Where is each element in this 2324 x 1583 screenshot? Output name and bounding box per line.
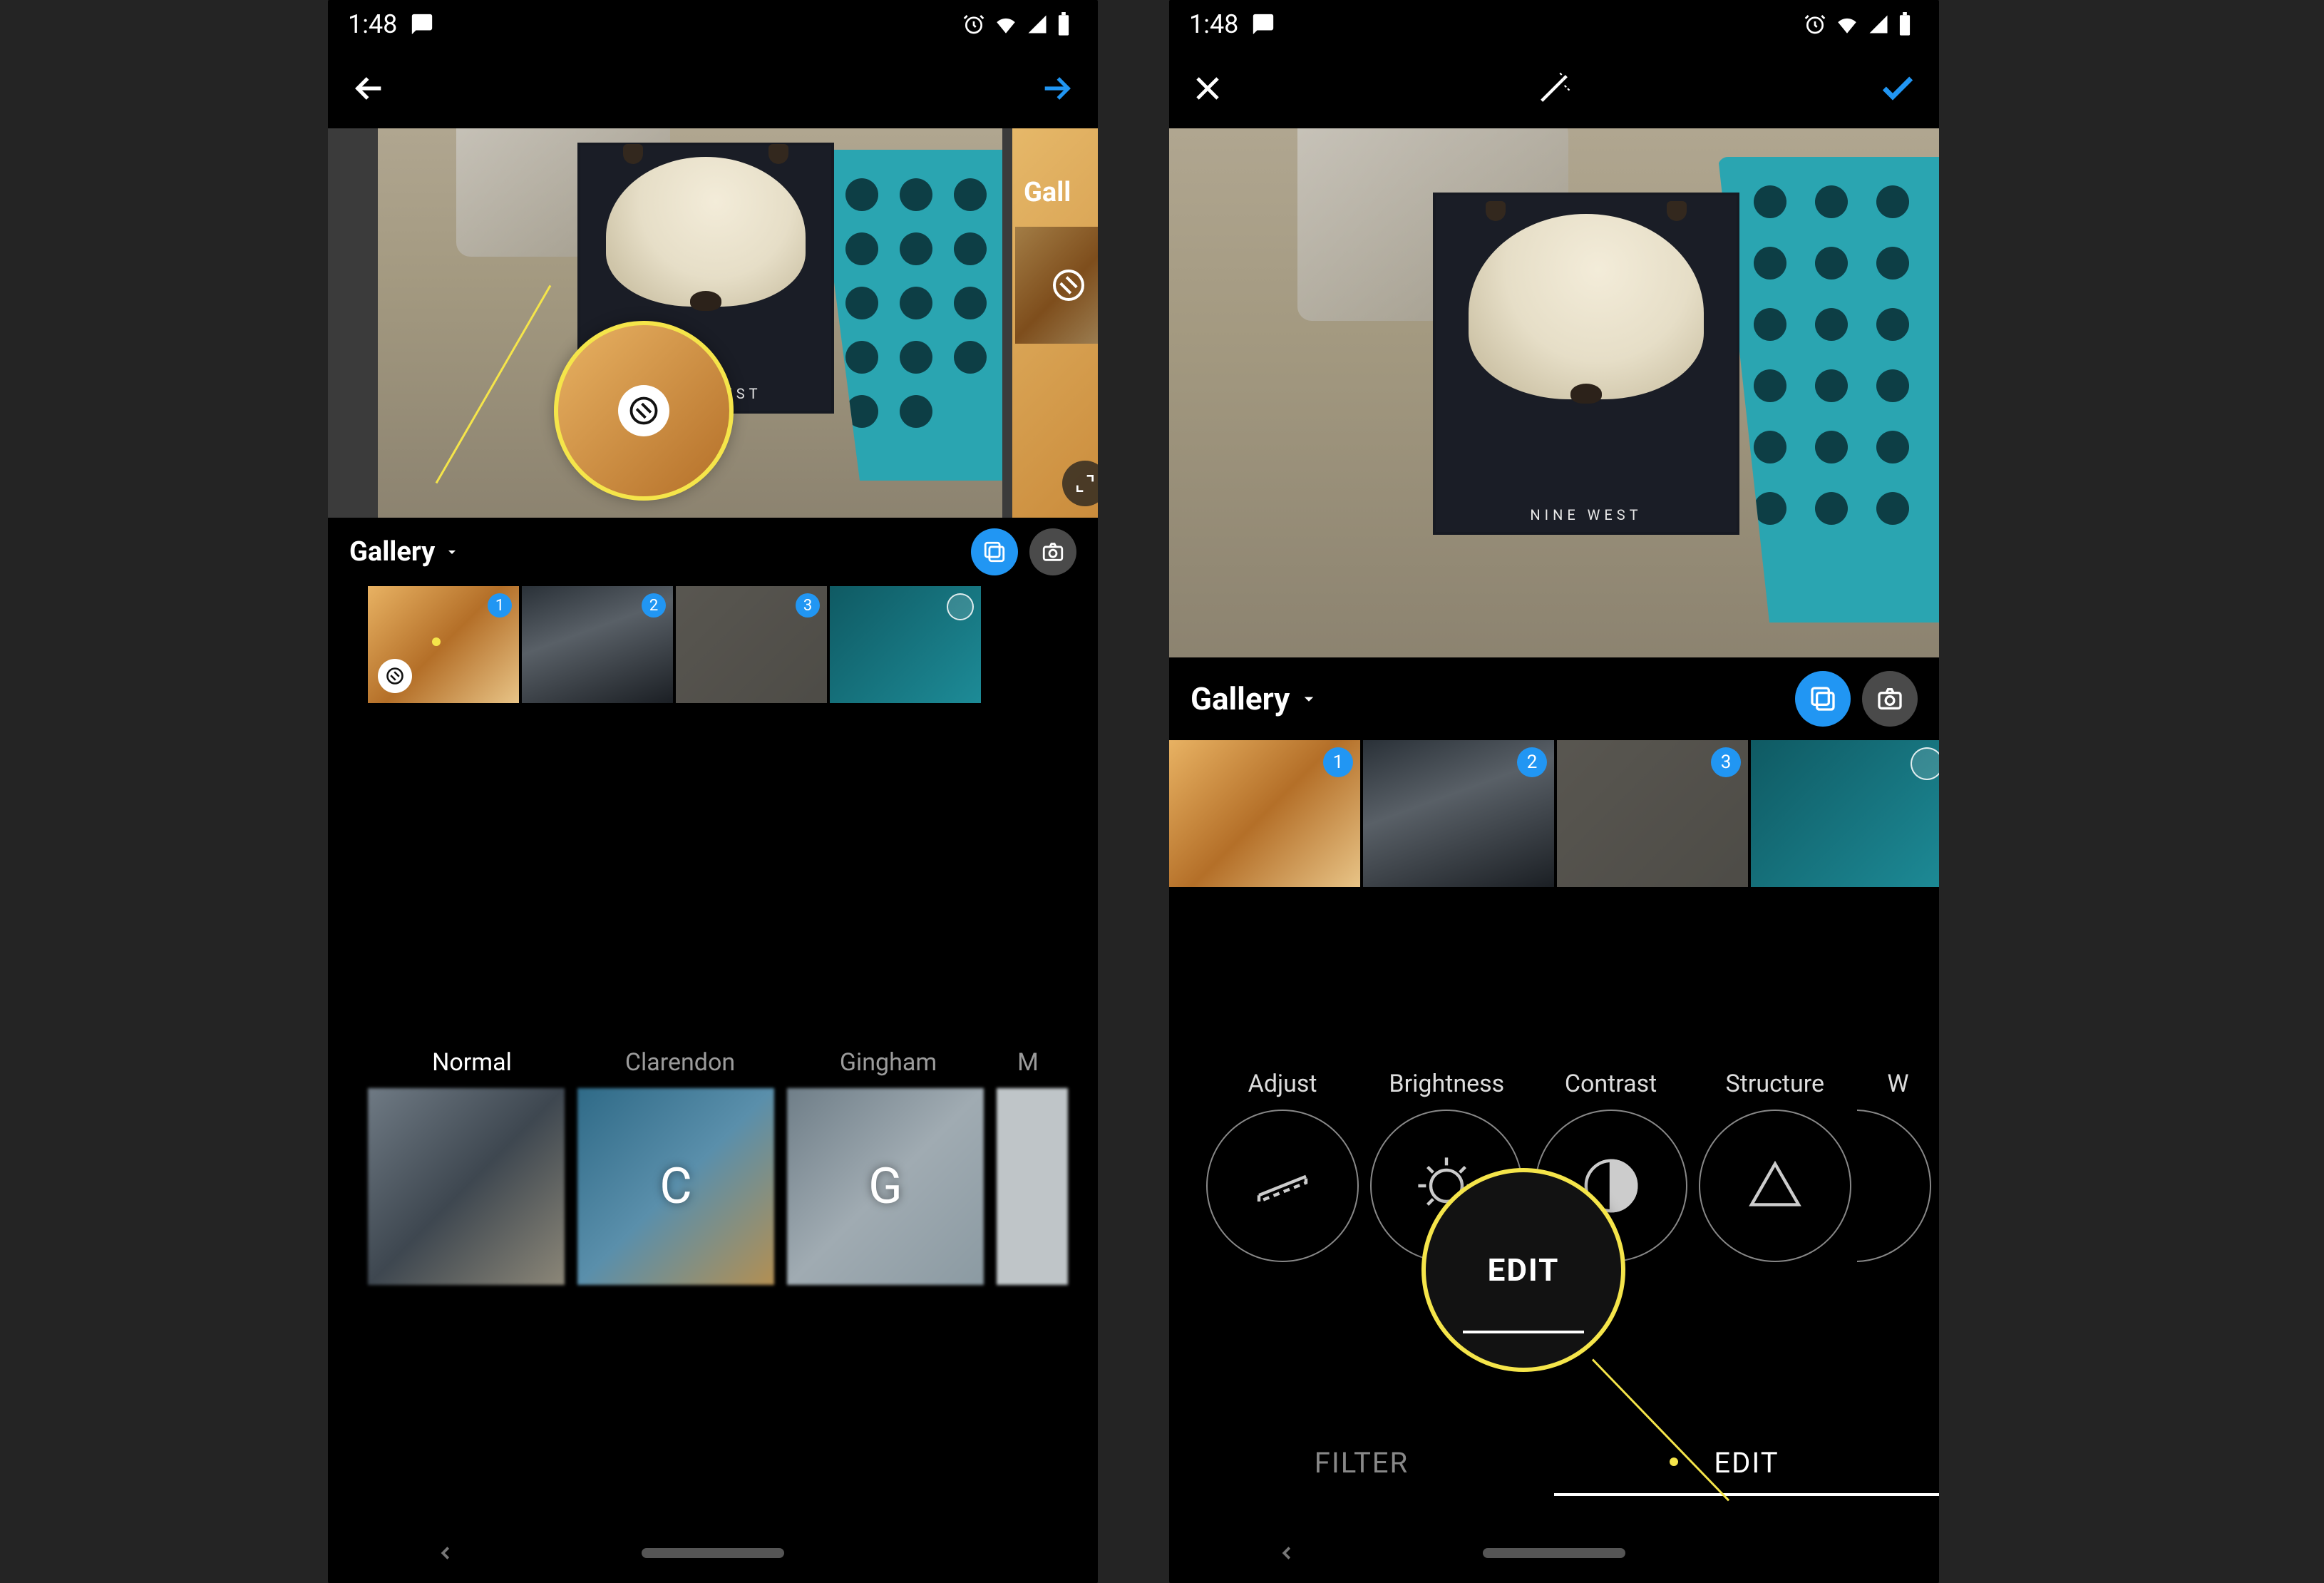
gallery-thumb[interactable]: 2 [522, 586, 673, 703]
filter-label[interactable]: Normal [368, 1048, 576, 1077]
callout-underline [1463, 1331, 1584, 1333]
gallery-header: Gallery [1169, 657, 1939, 740]
signal-icon [1027, 14, 1048, 35]
gallery-strip[interactable]: 1 2 3 [1169, 740, 1939, 887]
filter-strip: Normal Clarendon Gingham M C G [328, 1048, 1098, 1285]
tool-structure[interactable]: Structure [1693, 1070, 1857, 1262]
next-icon[interactable] [1037, 68, 1076, 108]
gallery-thumb[interactable]: 1 [368, 586, 519, 703]
selection-badge: 2 [1517, 747, 1547, 777]
done-icon[interactable] [1878, 68, 1918, 108]
alarm-icon [962, 13, 985, 36]
filter-thumb[interactable]: G [787, 1088, 984, 1285]
app-bar [1169, 48, 1939, 128]
wifi-icon [1835, 12, 1859, 36]
gallery-thumb[interactable]: 3 [1557, 740, 1748, 887]
filters-applied-icon [1052, 268, 1086, 302]
tab-filter[interactable]: FILTER [1169, 1432, 1554, 1496]
multi-select-button[interactable] [1795, 671, 1851, 727]
status-time: 1:48 [348, 9, 397, 39]
back-icon[interactable] [349, 68, 389, 108]
wifi-icon [994, 12, 1018, 36]
nav-back-icon[interactable] [435, 1542, 456, 1564]
nav-home-pill[interactable] [642, 1548, 784, 1558]
next-screen-peek: Gall [1015, 158, 1098, 344]
signal-icon [1868, 14, 1889, 35]
tool-adjust[interactable]: Adjust [1200, 1070, 1364, 1262]
gallery-thumb[interactable]: 3 [676, 586, 827, 703]
gallery-label: Gallery [349, 536, 435, 568]
selection-ring [1911, 747, 1939, 780]
gallery-thumb[interactable] [830, 586, 981, 703]
selection-badge: 2 [642, 593, 666, 618]
message-icon [410, 12, 434, 36]
filter-label[interactable]: M [992, 1048, 1064, 1077]
android-nav-bar [328, 1523, 1098, 1583]
gallery-thumb[interactable] [1751, 740, 1939, 887]
battery-icon [1056, 12, 1071, 36]
gallery-dropdown[interactable]: Gallery [349, 536, 461, 568]
tab-edit[interactable]: EDIT [1554, 1432, 1939, 1496]
gallery-thumb[interactable]: 2 [1363, 740, 1554, 887]
chevron-down-icon [443, 543, 461, 560]
filter-thumb[interactable] [997, 1088, 1068, 1285]
nav-home-pill[interactable] [1483, 1548, 1625, 1558]
message-icon [1251, 12, 1275, 36]
box-brand-label: NINE WEST [1530, 506, 1642, 523]
callout-endpoint [1670, 1458, 1678, 1466]
selection-badge: 1 [488, 593, 512, 618]
edit-tabs: FILTER EDIT [1169, 1432, 1939, 1496]
screenshot-left: 1:48 [328, 0, 1098, 1583]
gallery-header: Gallery [328, 518, 1098, 586]
alarm-icon [1804, 13, 1826, 36]
expand-icon[interactable] [1062, 461, 1098, 506]
gallery-label: Gallery [1191, 680, 1290, 717]
structure-icon [1699, 1110, 1851, 1262]
selection-ring [947, 593, 974, 620]
filters-applied-icon [618, 385, 669, 436]
gallery-dropdown[interactable]: Gallery [1191, 680, 1320, 717]
nav-back-icon[interactable] [1276, 1542, 1297, 1564]
app-bar [328, 48, 1098, 128]
gallery-thumb[interactable]: 1 [1169, 740, 1360, 887]
magic-wand-icon[interactable] [1536, 70, 1573, 107]
tool-warmth[interactable]: W [1857, 1070, 1939, 1262]
selection-badge: 1 [1323, 747, 1353, 777]
selection-badge: 3 [1711, 747, 1741, 777]
filter-label[interactable]: Gingham [784, 1048, 992, 1077]
warmth-icon [1857, 1110, 1932, 1262]
status-bar: 1:48 [328, 0, 1098, 48]
android-nav-bar [1169, 1523, 1939, 1583]
selection-badge: 3 [796, 593, 820, 618]
multi-select-button[interactable] [971, 528, 1018, 575]
gallery-thumb[interactable] [1015, 227, 1098, 344]
filter-thumb[interactable]: C [577, 1088, 774, 1285]
callout-endpoint [432, 637, 441, 646]
gallery-label-peek: Gall [1024, 177, 1071, 208]
camera-button[interactable] [1862, 671, 1918, 727]
status-bar: 1:48 [1169, 0, 1939, 48]
adjust-icon [1206, 1110, 1359, 1262]
photo-preview[interactable]: NINE WEST [1169, 128, 1939, 657]
gallery-strip[interactable]: 1 2 3 [328, 586, 1098, 703]
close-icon[interactable] [1191, 71, 1225, 106]
camera-button[interactable] [1029, 528, 1076, 575]
battery-icon [1898, 12, 1912, 36]
callout-magnifier: EDIT [1421, 1168, 1625, 1372]
chevron-down-icon [1298, 688, 1320, 709]
filter-thumb[interactable] [368, 1088, 565, 1285]
callout-edit-label: EDIT [1488, 1251, 1560, 1289]
filters-applied-icon [378, 659, 412, 693]
callout-magnifier [554, 321, 734, 501]
status-time: 1:48 [1189, 9, 1238, 39]
filter-label[interactable]: Clarendon [576, 1048, 784, 1077]
